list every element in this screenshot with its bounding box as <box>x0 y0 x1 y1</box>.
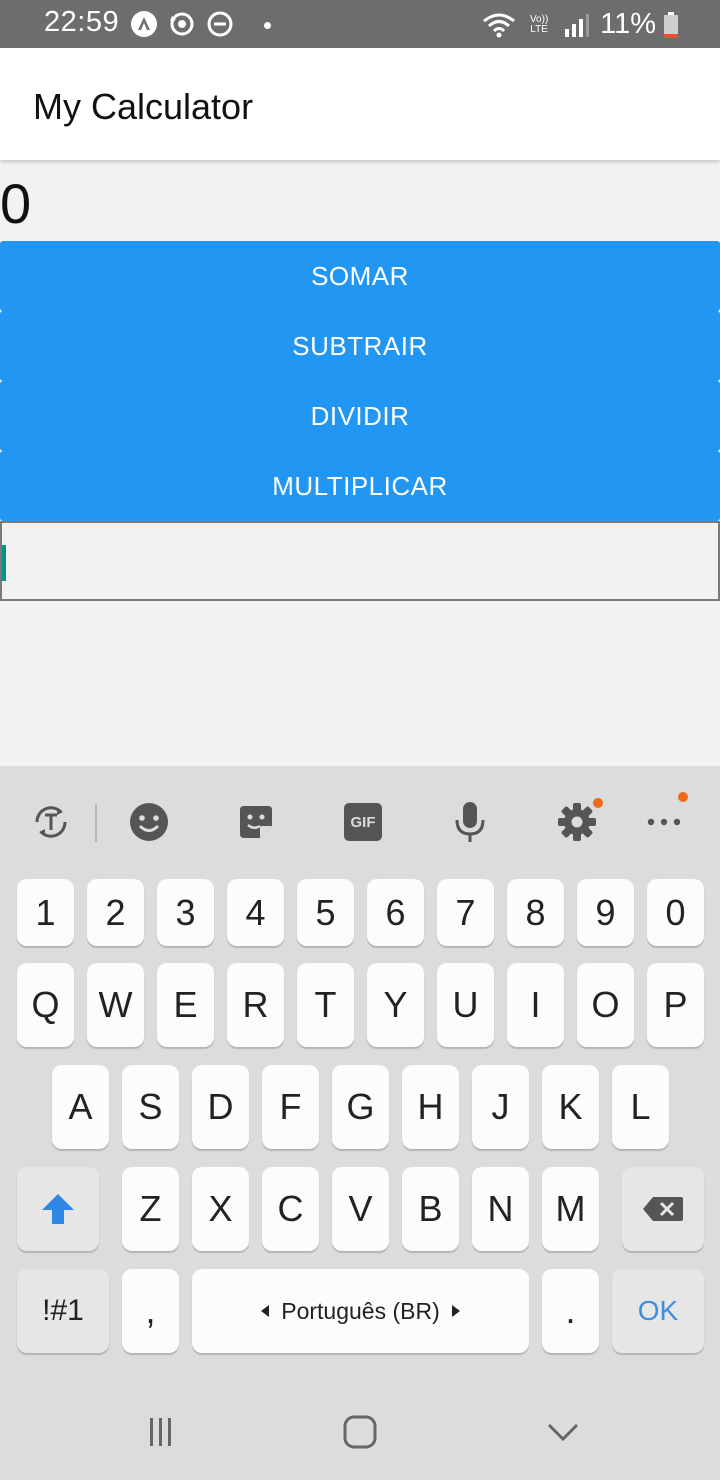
emoji-icon[interactable] <box>127 800 171 844</box>
key-v[interactable]: V <box>332 1167 389 1251</box>
key-y[interactable]: Y <box>367 963 424 1047</box>
keyboard-toolbar: GIF <box>0 766 720 876</box>
key-1[interactable]: 1 <box>17 879 74 946</box>
battery-icon <box>662 11 680 39</box>
key-a[interactable]: A <box>52 1065 109 1149</box>
key-e[interactable]: E <box>157 963 214 1047</box>
navigation-bar <box>0 1380 720 1480</box>
home-icon[interactable] <box>338 1410 382 1454</box>
toolbar-separator <box>95 804 97 842</box>
number-input[interactable] <box>0 521 720 601</box>
app-title: My Calculator <box>33 86 254 127</box>
key-5[interactable]: 5 <box>297 879 354 946</box>
symbols-key[interactable]: !#1 <box>17 1269 109 1353</box>
settings-icon[interactable] <box>555 798 603 844</box>
key-0[interactable]: 0 <box>647 879 704 946</box>
comma-key[interactable]: , <box>122 1269 179 1353</box>
text-cursor <box>2 545 6 581</box>
subtract-button[interactable]: SUBTRAIR <box>0 311 720 381</box>
key-z[interactable]: Z <box>122 1167 179 1251</box>
sync-icon <box>168 10 196 38</box>
more-badge <box>678 792 688 802</box>
recents-icon[interactable] <box>138 1410 182 1454</box>
status-time: 22:59 <box>44 6 120 38</box>
key-c[interactable]: C <box>262 1167 319 1251</box>
key-i[interactable]: I <box>507 963 564 1047</box>
key-d[interactable]: D <box>192 1065 249 1149</box>
more-icon[interactable] <box>642 792 688 844</box>
key-w[interactable]: W <box>87 963 144 1047</box>
wifi-icon <box>482 11 516 39</box>
soft-keyboard: GIF 1 2 3 4 5 6 7 8 9 0 Q W E R T Y U I … <box>0 766 720 1480</box>
key-g[interactable]: G <box>332 1065 389 1149</box>
add-button[interactable]: SOMAR <box>0 241 720 311</box>
key-7[interactable]: 7 <box>437 879 494 946</box>
key-f[interactable]: F <box>262 1065 319 1149</box>
ok-key[interactable]: OK <box>612 1269 704 1353</box>
result-display: 0 <box>0 172 32 235</box>
key-6[interactable]: 6 <box>367 879 424 946</box>
space-language-label: Português (BR) <box>281 1297 440 1324</box>
period-key[interactable]: . <box>542 1269 599 1353</box>
space-key[interactable]: Português (BR) <box>192 1269 529 1353</box>
key-p[interactable]: P <box>647 963 704 1047</box>
status-bar: 22:59 Vo)) LTE 11% <box>0 0 720 48</box>
key-3[interactable]: 3 <box>157 879 214 946</box>
multiply-button[interactable]: MULTIPLICAR <box>0 451 720 521</box>
key-b[interactable]: B <box>402 1167 459 1251</box>
volte-lte-icon: Vo)) LTE <box>529 13 549 35</box>
sticker-icon[interactable] <box>234 800 278 844</box>
key-s[interactable]: S <box>122 1065 179 1149</box>
gif-label: GIF <box>344 803 382 841</box>
settings-badge <box>593 798 603 808</box>
key-2[interactable]: 2 <box>87 879 144 946</box>
backspace-icon <box>643 1197 683 1221</box>
key-o[interactable]: O <box>577 963 634 1047</box>
app-bar: My Calculator <box>0 48 720 160</box>
android-auto-icon <box>130 10 158 38</box>
signal-icon <box>562 11 590 39</box>
key-n[interactable]: N <box>472 1167 529 1251</box>
key-l[interactable]: L <box>612 1065 669 1149</box>
operations-group: SOMAR SUBTRAIR DIVIDIR MULTIPLICAR <box>0 241 720 521</box>
key-8[interactable]: 8 <box>507 879 564 946</box>
microphone-icon[interactable] <box>448 800 492 844</box>
translate-icon[interactable] <box>29 800 73 844</box>
key-u[interactable]: U <box>437 963 494 1047</box>
language-next-icon <box>451 1305 460 1317</box>
language-prev-icon <box>261 1305 270 1317</box>
key-t[interactable]: T <box>297 963 354 1047</box>
gif-icon[interactable]: GIF <box>341 800 385 844</box>
key-h[interactable]: H <box>402 1065 459 1149</box>
key-q[interactable]: Q <box>17 963 74 1047</box>
key-m[interactable]: M <box>542 1167 599 1251</box>
notification-dot <box>264 21 271 29</box>
key-4[interactable]: 4 <box>227 879 284 946</box>
battery-percent: 11% <box>600 8 656 40</box>
divide-button[interactable]: DIVIDIR <box>0 381 720 451</box>
do-not-disturb-icon <box>206 10 234 38</box>
key-j[interactable]: J <box>472 1065 529 1149</box>
key-9[interactable]: 9 <box>577 879 634 946</box>
key-k[interactable]: K <box>542 1065 599 1149</box>
key-x[interactable]: X <box>192 1167 249 1251</box>
shift-key[interactable] <box>17 1167 99 1251</box>
key-r[interactable]: R <box>227 963 284 1047</box>
back-icon[interactable] <box>541 1410 585 1454</box>
shift-arrow-icon <box>42 1194 74 1224</box>
backspace-key[interactable] <box>622 1167 704 1251</box>
